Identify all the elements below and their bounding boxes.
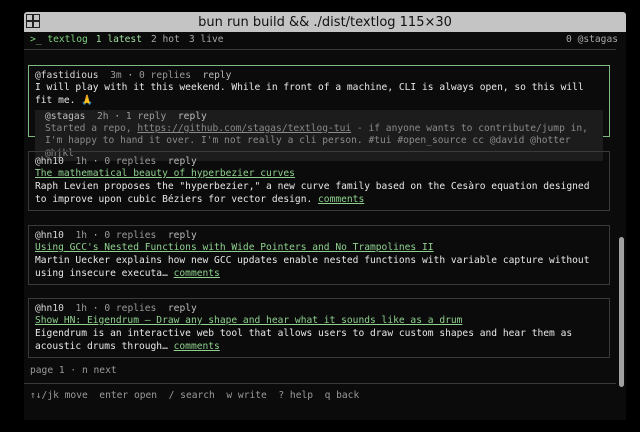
post-replies[interactable]: 0 replies [139,70,191,81]
reply-button[interactable]: reply [168,230,197,241]
reply-button[interactable]: reply [168,156,197,167]
post-author[interactable]: @hn10 [35,230,64,241]
reply-button[interactable]: reply [203,70,232,81]
post-replies[interactable]: 0 replies [104,303,156,314]
post-replies[interactable]: 0 replies [104,230,156,241]
post-author[interactable]: @hn10 [35,303,64,314]
window-layout-icon[interactable] [26,14,40,28]
post-time: 3m [110,70,122,81]
post-meta: @hn10 1h · 0 replies reply [35,156,197,167]
post-card[interactable]: @hn10 1h · 0 replies reply Using GCC's N… [28,225,610,285]
scrollbar-thumb[interactable] [619,237,624,387]
post-time: 1h [75,156,88,167]
app-prompt: >_ textlog [30,34,88,45]
comments-link[interactable]: comments [174,341,220,352]
tab-hot[interactable]: 2 hot [151,34,180,48]
title-bar-strip: bun run build && ./dist/textlog 115×30 [24,12,626,32]
nested-time: 2h [97,110,109,122]
footer-divider [24,383,616,384]
post-text: Martin Uecker explains how new GCC updat… [35,255,603,281]
post-card[interactable]: @hn10 1h · 0 replies reply Show HN: Eige… [28,298,610,358]
post-card[interactable]: @hn10 1h · 0 replies reply The mathemati… [28,151,610,211]
window-bottom-edge [0,420,640,432]
post-meta: @hn10 1h · 0 replies reply [35,230,197,241]
post-meta: @fastidious 3m · 0 replies reply [35,70,232,81]
reply-button[interactable]: reply [168,303,197,314]
post-summary: Martin Uecker explains how new GCC updat… [35,254,590,279]
tab-live[interactable]: 3 live [189,34,224,48]
post-author[interactable]: @fastidious [35,70,99,81]
post-summary: Eigendrum is an interactive web tool tha… [35,327,573,352]
post-title-link[interactable]: Show HN: Eigendrum – Draw any shape and … [35,315,462,326]
nested-reply-button[interactable]: reply [178,111,207,122]
terminal-area: >_ textlog 1 latest 2 hot 3 live 0 @stag… [24,32,626,420]
post-text: Eigendrum is an interactive web tool tha… [35,328,603,354]
post-text: I will play with it this weekend. While … [35,82,584,106]
pagination[interactable]: page 1 · n next [30,365,117,376]
post-author[interactable]: @hn10 [35,156,64,167]
comments-link[interactable]: comments [174,268,220,279]
nested-author[interactable]: @stagas [45,111,85,122]
user-indicator: 0 @stagas [566,34,618,45]
window-title: bun run build && ./dist/textlog 115×30 [198,14,452,30]
header-divider [24,49,616,50]
post-meta: @hn10 1h · 0 replies reply [35,303,197,314]
post-time: 1h [75,303,88,314]
repo-link[interactable]: https://github.com/stagas/textlog-tui [137,123,351,134]
comments-link[interactable]: comments [318,194,364,205]
keybind-help: ↑↓/jk move enter open / search w write ?… [30,390,360,401]
nested-meta: @stagas 2h · 1 reply reply [45,110,207,122]
tab-latest[interactable]: 1 latest [96,34,142,48]
nested-replies[interactable]: 1 reply [126,111,166,122]
post-title-link[interactable]: The mathematical beauty of hyperbezier c… [35,168,295,179]
post-time: 1h [75,230,88,241]
post-title-link[interactable]: Using GCC's Nested Functions with Wide P… [35,242,434,253]
nested-text-before: Started a repo, [45,122,138,134]
post-card-selected[interactable]: @fastidious 3m · 0 replies reply I will … [28,65,610,161]
window-titlebar: bun run build && ./dist/textlog 115×30 [0,0,640,32]
post-summary: Raph Levien proposes the "hyperbezier," … [35,180,590,205]
post-text: Raph Levien proposes the "hyperbezier," … [35,181,603,207]
app-header: >_ textlog 1 latest 2 hot 3 live 0 @stag… [30,34,618,48]
post-replies[interactable]: 0 replies [104,156,156,167]
